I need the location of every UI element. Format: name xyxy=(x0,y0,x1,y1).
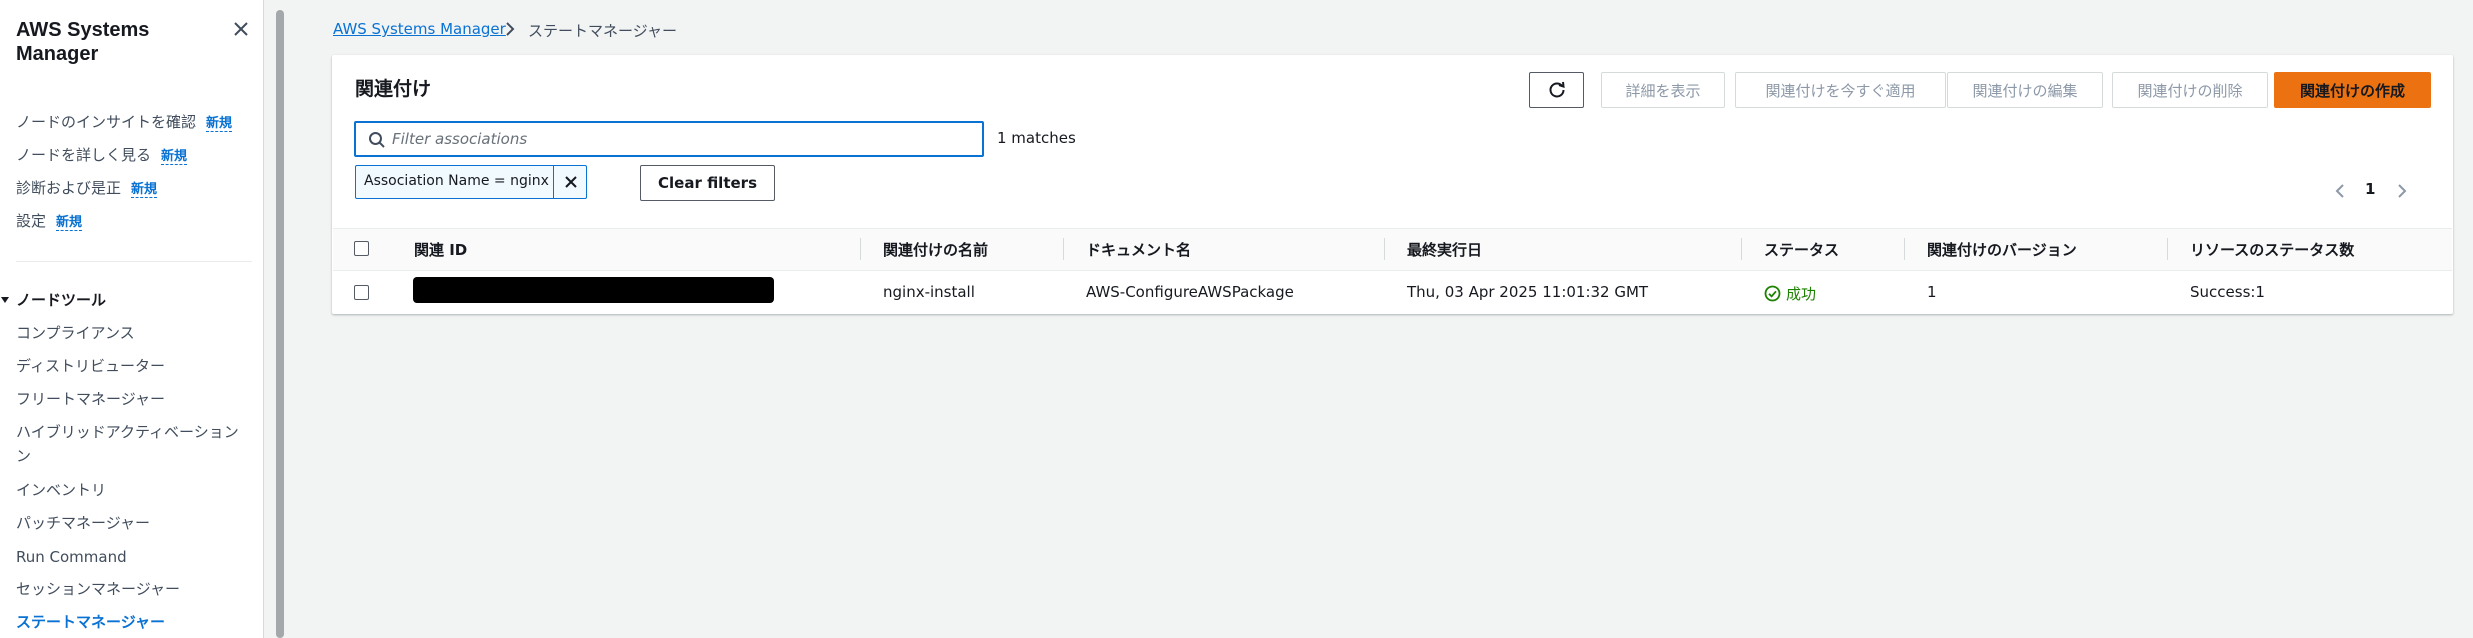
sidebar-item-label: 診断および是正 xyxy=(16,179,122,197)
breadcrumb-link-systems-manager[interactable]: AWS Systems Manager xyxy=(333,20,506,38)
column-divider[interactable] xyxy=(1384,238,1385,260)
sidebar-item-diagnose-remediate[interactable]: 診断および是正 新規 xyxy=(16,178,158,200)
sidebar-item-label: 設定 xyxy=(16,212,47,230)
column-header-document-name[interactable]: ドキュメント名 xyxy=(1086,239,1191,260)
clear-filters-button[interactable]: Clear filters xyxy=(640,165,775,201)
sidebar: AWS Systems Manager ノードのインサイトを確認 新規 ノードを詳… xyxy=(0,0,264,638)
sidebar-section-node-tools[interactable]: ノードツール xyxy=(0,289,106,310)
caret-down-icon xyxy=(1,297,9,303)
view-details-button[interactable]: 詳細を表示 xyxy=(1601,72,1725,108)
sidebar-section-label: ノードツール xyxy=(16,291,107,309)
sidebar-item-hybrid-activations-wrap[interactable]: ン xyxy=(16,446,31,466)
column-header-last-execution[interactable]: 最終実行日 xyxy=(1407,239,1482,260)
column-header-association-name[interactable]: 関連付けの名前 xyxy=(883,239,988,260)
column-divider[interactable] xyxy=(1741,238,1742,260)
cell-association-name: nginx-install xyxy=(883,283,975,301)
sidebar-item-patch-manager[interactable]: パッチマネージャー xyxy=(16,513,150,533)
table-header xyxy=(333,228,2452,271)
cell-last-execution: Thu, 03 Apr 2025 11:01:32 GMT xyxy=(1407,283,1649,301)
column-divider[interactable] xyxy=(1063,238,1064,260)
sidebar-item-node-insights[interactable]: ノードのインサイトを確認 新規 xyxy=(16,112,233,134)
cell-association-version: 1 xyxy=(1927,283,1937,301)
refresh-icon xyxy=(1549,81,1565,98)
status-text: 成功 xyxy=(1786,285,1817,303)
scrollbar-thumb[interactable] xyxy=(276,10,284,638)
breadcrumb-current: ステートマネージャー xyxy=(528,22,677,40)
close-icon[interactable] xyxy=(229,17,253,41)
column-divider[interactable] xyxy=(860,238,861,260)
pagination-page-1[interactable]: 1 xyxy=(2365,180,2375,198)
filter-token: Association Name = nginx xyxy=(355,165,587,199)
new-badge: 新規 xyxy=(161,149,188,165)
column-header-status[interactable]: ステータス xyxy=(1764,239,1839,260)
apply-association-now-button[interactable]: 関連付けを今すぐ適用 xyxy=(1735,72,1946,108)
sidebar-item-compliance[interactable]: コンプライアンス xyxy=(16,323,135,343)
remove-filter-button[interactable] xyxy=(553,166,587,198)
new-badge: 新規 xyxy=(56,215,83,231)
cell-document-name: AWS-ConfigureAWSPackage xyxy=(1086,283,1294,301)
new-badge: 新規 xyxy=(206,116,233,132)
search-icon xyxy=(369,132,385,148)
redacted-association-id xyxy=(413,277,774,303)
filter-token-label: Association Name = nginx xyxy=(364,173,549,189)
column-divider[interactable] xyxy=(2167,238,2168,260)
filter-search-box[interactable] xyxy=(354,121,984,157)
close-icon xyxy=(564,176,577,188)
chevron-left-icon[interactable] xyxy=(2330,181,2350,201)
sidebar-item-state-manager[interactable]: ステートマネージャー xyxy=(16,612,165,632)
page-title: 関連付け xyxy=(355,78,432,100)
cell-resource-status-count: Success:1 xyxy=(2190,283,2265,301)
sidebar-item-fleet-manager[interactable]: フリートマネージャー xyxy=(16,389,165,409)
sidebar-divider xyxy=(16,261,252,262)
chevron-right-icon[interactable] xyxy=(2392,181,2412,201)
select-all-checkbox[interactable] xyxy=(354,241,369,256)
refresh-button[interactable] xyxy=(1529,72,1584,108)
sidebar-item-distributor[interactable]: ディストリビューター xyxy=(16,356,165,376)
row-select-checkbox[interactable] xyxy=(354,285,369,300)
new-badge: 新規 xyxy=(131,182,158,198)
sidebar-title[interactable]: AWS Systems Manager xyxy=(16,18,206,66)
success-check-icon xyxy=(1764,285,1781,302)
sidebar-item-explore-nodes[interactable]: ノードを詳しく見る 新規 xyxy=(16,145,188,167)
cell-status: 成功 xyxy=(1764,283,1816,304)
column-header-resource-status-count[interactable]: リソースのステータス数 xyxy=(2190,239,2354,260)
match-count: 1 matches xyxy=(997,129,1076,147)
chevron-right-icon xyxy=(506,22,515,36)
filter-associations-input[interactable] xyxy=(392,125,972,153)
delete-association-button[interactable]: 関連付けの削除 xyxy=(2112,72,2268,108)
column-header-association-id[interactable]: 関連 ID xyxy=(414,239,467,260)
sidebar-item-label: ノードのインサイトを確認 xyxy=(16,113,197,131)
column-header-association-version[interactable]: 関連付けのバージョン xyxy=(1927,239,2077,260)
sidebar-item-label: ノードを詳しく見る xyxy=(16,146,152,164)
sidebar-item-session-manager[interactable]: セッションマネージャー xyxy=(16,579,180,599)
edit-association-button[interactable]: 関連付けの編集 xyxy=(1947,72,2103,108)
sidebar-item-inventory[interactable]: インベントリ xyxy=(16,480,106,500)
sidebar-item-run-command[interactable]: Run Command xyxy=(16,547,127,567)
column-divider[interactable] xyxy=(1904,238,1905,260)
sidebar-item-settings[interactable]: 設定 新規 xyxy=(16,211,83,233)
sidebar-item-hybrid-activations[interactable]: ハイブリッドアクティベーション xyxy=(16,422,239,442)
create-association-button[interactable]: 関連付けの作成 xyxy=(2274,72,2431,108)
